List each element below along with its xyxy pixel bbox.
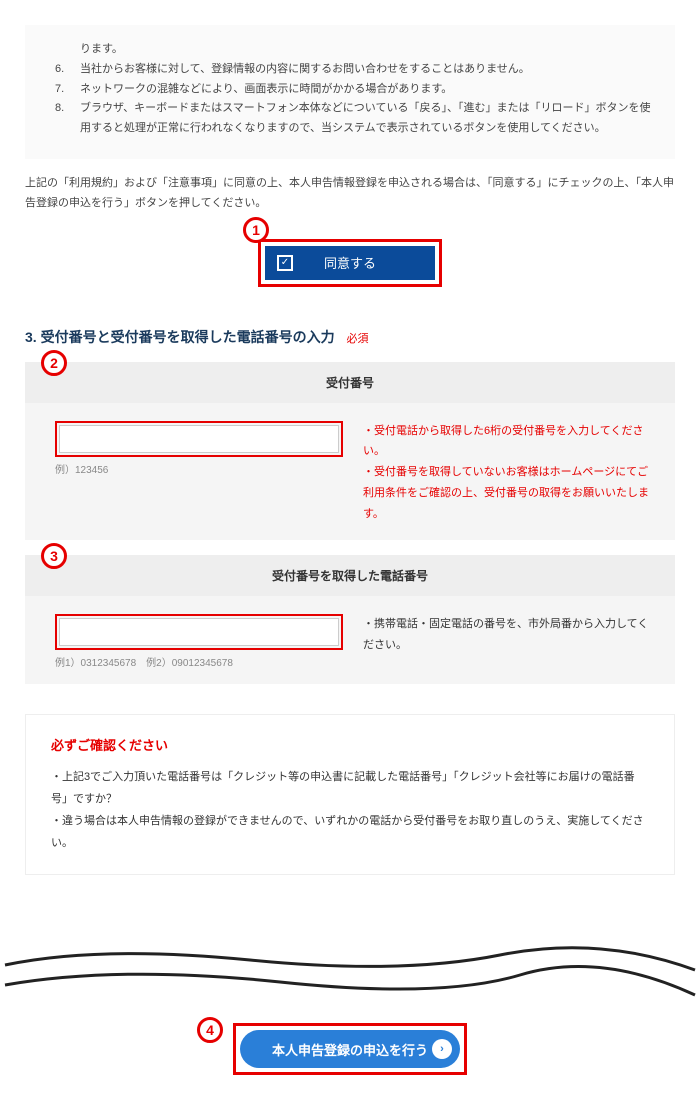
- confirm-box: 必ずご確認ください ・上記3でご入力頂いた電話番号は「クレジット等の申込書に記載…: [25, 714, 675, 875]
- chevron-right-icon: ›: [432, 1039, 452, 1059]
- reception-example: 例）123456: [55, 461, 343, 476]
- submit-button[interactable]: 本人申告登録の申込を行う ›: [240, 1030, 460, 1068]
- agree-label: 同意する: [324, 253, 376, 272]
- required-badge: 必須: [346, 333, 368, 345]
- confirm-line-2: ・違う場合は本人申告情報の登録ができませんので、いずれかの電話から受付番号をお取…: [51, 810, 649, 854]
- phone-highlight: [55, 614, 343, 650]
- notice-8: ブラウザ、キーボードまたはスマートフォン本体などについている「戻る」、「進む」ま…: [80, 102, 650, 134]
- confirm-title: 必ずご確認ください: [51, 735, 649, 754]
- notice-5-tail: ります。: [80, 43, 123, 55]
- notice-7: ネットワークの混雑などにより、画面表示に時間がかかる場合があります。: [80, 83, 452, 95]
- reception-highlight: [55, 421, 343, 457]
- check-icon: ✓: [277, 255, 293, 271]
- phone-hints: ・携帯電話・固定電話の番号を、市外局番から入力してください。: [363, 614, 655, 656]
- agree-button[interactable]: ✓ 同意する: [265, 246, 435, 280]
- marker-3: 3: [41, 543, 67, 569]
- phone-example: 例1）0312345678 例2）09012345678: [55, 654, 343, 669]
- reception-block: 2 受付番号 例）123456 ・受付電話から取得した6桁の受付番号を入力してく…: [25, 362, 675, 540]
- confirm-line-1: ・上記3でご入力頂いた電話番号は「クレジット等の申込書に記載した電話番号」「クレ…: [51, 766, 649, 810]
- phone-block: 3 受付番号を取得した電話番号 例1）0312345678 例2）0901234…: [25, 555, 675, 684]
- submit-label: 本人申告登録の申込を行う: [272, 1040, 428, 1059]
- notice-box: ります。 6.当社からお客様に対して、登録情報の内容に関するお問い合わせをするこ…: [25, 25, 675, 159]
- reception-hints: ・受付電話から取得した6桁の受付番号を入力してください。 ・受付番号を取得してい…: [363, 421, 655, 525]
- marker-2: 2: [41, 350, 67, 376]
- marker-1: 1: [243, 217, 269, 243]
- reception-header: 受付番号: [25, 362, 675, 403]
- notice-list: ります。 6.当社からお客様に対して、登録情報の内容に関するお問い合わせをするこ…: [45, 40, 655, 139]
- instruction-text: 上記の「利用規約」および「注意事項」に同意の上、本人申告情報登録を申込される場合…: [25, 174, 675, 214]
- wave-divider: [0, 940, 700, 1010]
- notice-6: 当社からお客様に対して、登録情報の内容に関するお問い合わせをすることはありません…: [80, 63, 530, 75]
- reception-input[interactable]: [59, 425, 339, 453]
- marker-4: 4: [197, 1017, 223, 1043]
- phone-input[interactable]: [59, 618, 339, 646]
- phone-header: 受付番号を取得した電話番号: [25, 555, 675, 596]
- submit-highlight: 本人申告登録の申込を行う ›: [233, 1023, 467, 1075]
- agree-highlight: ✓ 同意する: [258, 239, 442, 287]
- section-3-title: 3. 受付番号と受付番号を取得した電話番号の入力 必須: [25, 327, 675, 347]
